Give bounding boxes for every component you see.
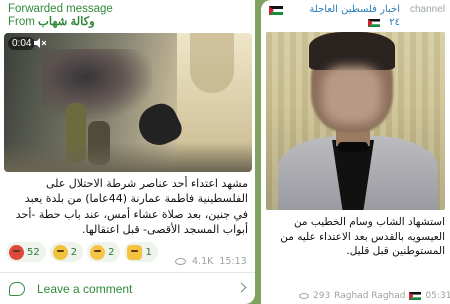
reaction-laughing[interactable]: 2 <box>87 242 121 262</box>
post-meta: 293 Raghad Raghad 05:31 <box>299 291 450 301</box>
chevron-right-icon <box>236 282 247 293</box>
reaction-count: 2 <box>108 246 115 258</box>
photo-hair <box>309 32 395 70</box>
comment-label: Leave a comment <box>37 281 133 296</box>
from-prefix: From <box>8 16 35 28</box>
video-floor <box>4 142 252 172</box>
channel-name[interactable]: اخبار فلسطين العاجلة <box>309 4 400 15</box>
video-duration: 0:04 <box>8 37 36 50</box>
forward-source[interactable]: From وكالة شهاب <box>8 16 113 29</box>
channel-type-label: channel <box>409 4 445 15</box>
video-bg-arch <box>190 33 234 93</box>
eye-icon <box>175 258 186 265</box>
reaction-count: 2 <box>70 246 78 258</box>
photo-face-blurred <box>322 66 382 124</box>
reaction-thumbs-up[interactable]: 1 <box>124 242 158 262</box>
leave-comment-button[interactable]: Leave a comment <box>0 272 255 304</box>
reaction-angry[interactable]: 52 <box>6 242 46 262</box>
forwarded-post-card: Forwarded message From وكالة شهاب 0:04 م… <box>0 0 255 304</box>
thumbs-up-icon <box>127 244 143 260</box>
post-text: مشهد اعتداء أحد عناصر شرطة الاحتلال على … <box>15 177 248 236</box>
thinking-face-icon <box>52 244 68 260</box>
channel-post-card: اخبار فلسطين العاجلة channel ٢٤ استشهاد … <box>261 0 450 304</box>
post-author: Raghad Raghad <box>334 291 406 301</box>
post-photo[interactable] <box>266 32 445 210</box>
channel-badge: ٢٤ <box>389 17 400 28</box>
post-text: استشهاد الشاب وسام الخطيب من العيسويه با… <box>280 216 445 257</box>
video-thumbnail[interactable]: 0:04 <box>4 33 252 172</box>
palestine-flag-icon <box>409 292 422 300</box>
forwarded-label: Forwarded message <box>8 3 113 15</box>
laughing-face-icon <box>90 244 106 260</box>
source-name[interactable]: وكالة شهاب <box>38 16 95 28</box>
palestine-flag-icon <box>269 6 283 15</box>
video-crowd <box>42 49 152 119</box>
eye-icon <box>299 293 309 299</box>
reactions-bar: 52 2 2 1 <box>6 242 158 266</box>
palestine-flag-icon <box>368 19 380 27</box>
speaker-muted-icon[interactable] <box>34 38 46 48</box>
view-count: 4.1K <box>192 256 214 267</box>
post-time: 15:13 <box>219 256 247 267</box>
angry-face-icon <box>9 244 24 260</box>
reaction-thinking[interactable]: 2 <box>49 242 84 262</box>
photo-bow-tie <box>338 142 368 152</box>
reaction-count: 52 <box>27 246 40 258</box>
post-time: 05:31 <box>425 291 450 301</box>
forward-header[interactable]: Forwarded message From وكالة شهاب <box>8 3 113 29</box>
view-count: 293 <box>313 291 331 301</box>
post-meta: 4.1K 15:13 <box>175 256 247 267</box>
comment-icon <box>9 281 25 296</box>
channel-header: اخبار فلسطين العاجلة channel ٢٤ <box>261 2 450 32</box>
reaction-count: 1 <box>145 246 152 258</box>
